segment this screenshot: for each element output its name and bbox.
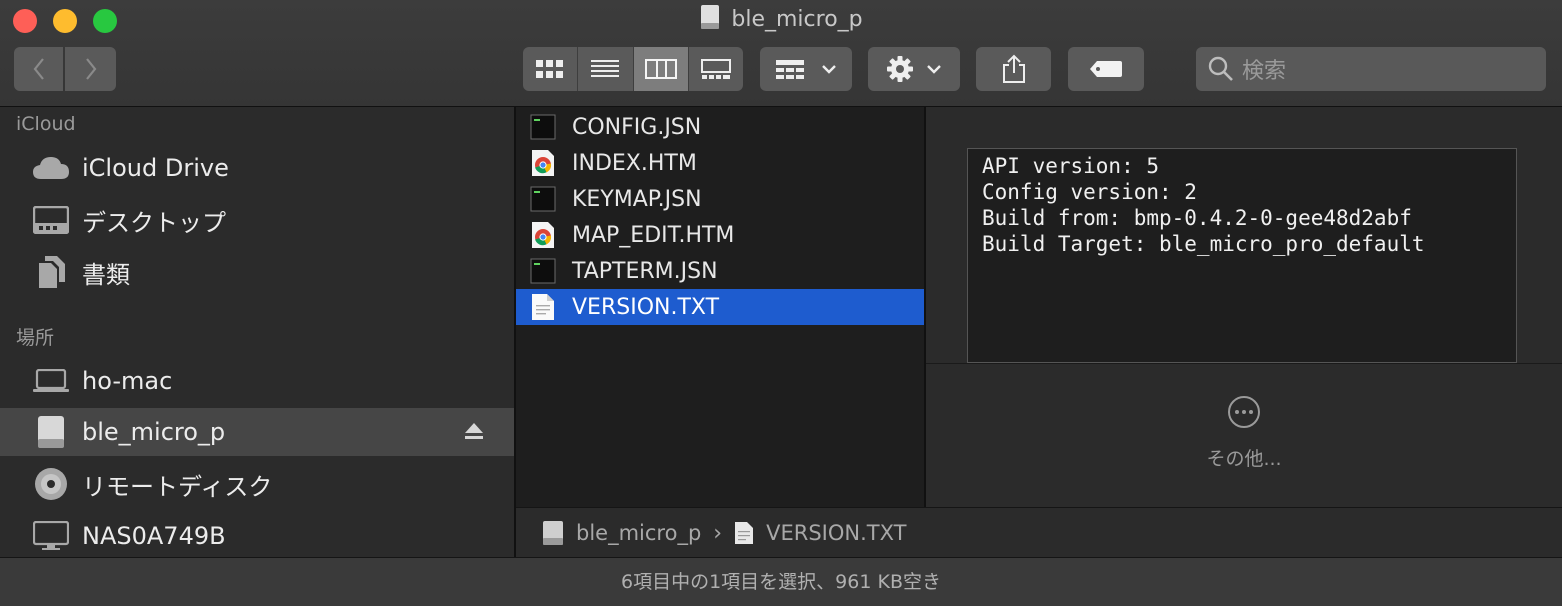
sidebar-item-ble-micro-p[interactable]: ble_micro_p	[0, 408, 514, 456]
network-display-icon	[32, 517, 70, 555]
back-button[interactable]	[14, 47, 63, 91]
file-column: CONFIG.JSN INDEX.HTM KEYMAP.JSN MAP_EDIT…	[516, 107, 924, 507]
file-name: VERSION.TXT	[572, 294, 720, 320]
search-placeholder: 検索	[1242, 59, 1287, 84]
eject-icon[interactable]	[464, 422, 484, 440]
sidebar-item-icloud-drive[interactable]: iCloud Drive	[0, 144, 514, 192]
sidebar-item-label: ho-mac	[82, 367, 173, 395]
more-icon[interactable]	[1226, 394, 1262, 430]
preview-line: Build Target: ble_micro_pro_default	[982, 232, 1425, 256]
group-button[interactable]	[760, 47, 852, 91]
preview-line: Build from: bmp-0.4.2-0-gee48d2abf	[982, 206, 1412, 230]
status-bar: 6項目中の1項目を選択、961 KB空き	[0, 557, 1562, 606]
sidebar-item-label: iCloud Drive	[82, 154, 229, 182]
cloud-icon	[32, 149, 70, 187]
file-item-version[interactable]: VERSION.TXT	[516, 289, 924, 325]
chevron-left-icon	[33, 58, 44, 80]
chrome-file-icon	[530, 221, 556, 249]
forward-button[interactable]	[65, 47, 116, 91]
sidebar-item-nas[interactable]: NAS0A749B	[0, 512, 514, 560]
sidebar-item-ho-mac[interactable]: ho-mac	[0, 357, 514, 405]
preview-line: API version: 5	[982, 154, 1160, 178]
preview-line: Config version: 2	[982, 180, 1197, 204]
sidebar-section-icloud: iCloud	[16, 113, 76, 135]
sidebar-item-label: 書類	[82, 260, 130, 289]
tag-button[interactable]	[1068, 47, 1144, 91]
sidebar: iCloud iCloud Drive デスクトップ 書類 場所 ho-mac …	[0, 107, 514, 557]
terminal-file-icon	[530, 257, 556, 285]
share-button[interactable]	[976, 47, 1051, 91]
file-name: KEYMAP.JSN	[572, 186, 702, 212]
sidebar-item-remote-disc[interactable]: リモートディスク	[0, 460, 514, 508]
more-label[interactable]: その他...	[926, 444, 1562, 471]
file-item-keymap[interactable]: KEYMAP.JSN	[516, 181, 924, 217]
path-item-drive[interactable]: ble_micro_p	[576, 521, 701, 545]
sidebar-item-documents[interactable]: 書類	[0, 248, 514, 296]
path-bar: ble_micro_p › VERSION.TXT	[516, 507, 1562, 558]
gallery-icon	[700, 59, 731, 79]
file-name: MAP_EDIT.HTM	[572, 222, 735, 248]
list-view-button[interactable]	[578, 47, 634, 91]
window-title: ble_micro_p	[0, 4, 1562, 32]
sidebar-section-locations: 場所	[16, 327, 55, 349]
terminal-file-icon	[530, 185, 556, 213]
file-item-index[interactable]: INDEX.HTM	[516, 145, 924, 181]
laptop-icon	[32, 362, 70, 400]
chevron-down-icon	[822, 65, 836, 74]
search-icon	[1208, 56, 1233, 81]
documents-icon	[32, 253, 70, 291]
finder-window: ble_micro_p 検索 iCloud iCloud Drive デスクトッ…	[0, 0, 1562, 606]
desktop-folder-icon	[32, 201, 70, 239]
sidebar-item-label: デスクトップ	[82, 208, 226, 237]
drive-icon	[701, 5, 720, 29]
text-file-icon	[735, 522, 754, 544]
columns-icon	[644, 59, 677, 79]
search-field[interactable]: 検索	[1196, 47, 1546, 91]
external-drive-icon	[543, 521, 563, 545]
gear-icon	[887, 56, 913, 82]
file-name: INDEX.HTM	[572, 150, 697, 176]
action-button[interactable]	[868, 47, 960, 91]
tag-icon	[1090, 61, 1122, 77]
disc-icon	[32, 465, 70, 503]
chevron-down-icon	[927, 65, 941, 74]
sidebar-item-label: ble_micro_p	[82, 418, 226, 446]
view-mode-control	[523, 47, 743, 91]
chevron-right-icon: ›	[713, 520, 723, 546]
sidebar-item-label: リモートディスク	[82, 472, 273, 501]
file-item-tapterm[interactable]: TAPTERM.JSN	[516, 253, 924, 289]
sidebar-item-desktop[interactable]: デスクトップ	[0, 196, 514, 244]
text-preview: API version: 5 Config version: 2 Build fro…	[967, 148, 1517, 363]
sidebar-item-label: NAS0A749B	[82, 522, 226, 550]
grid-icon	[536, 60, 564, 78]
more-section: その他...	[926, 363, 1562, 508]
external-drive-icon	[32, 413, 70, 451]
gallery-view-button[interactable]	[689, 47, 743, 91]
toolbar: ble_micro_p 検索	[0, 0, 1562, 107]
file-name: CONFIG.JSN	[572, 114, 702, 140]
status-text: 6項目中の1項目を選択、961 KB空き	[621, 571, 941, 593]
chrome-file-icon	[530, 149, 556, 177]
file-item-map-edit[interactable]: MAP_EDIT.HTM	[516, 217, 924, 253]
group-icon	[776, 60, 804, 79]
column-view-button[interactable]	[633, 47, 689, 91]
preview-pane: API version: 5 Config version: 2 Build fro…	[926, 107, 1562, 507]
file-item-config[interactable]: CONFIG.JSN	[516, 109, 924, 145]
icon-view-button[interactable]	[523, 47, 579, 91]
text-file-icon	[530, 293, 556, 321]
file-name: TAPTERM.JSN	[572, 258, 718, 284]
list-icon	[591, 60, 620, 77]
path-item-file[interactable]: VERSION.TXT	[766, 521, 906, 545]
chevron-right-icon	[85, 58, 96, 80]
share-icon	[1002, 54, 1025, 83]
terminal-file-icon	[530, 113, 556, 141]
window-title-text: ble_micro_p	[731, 7, 863, 32]
